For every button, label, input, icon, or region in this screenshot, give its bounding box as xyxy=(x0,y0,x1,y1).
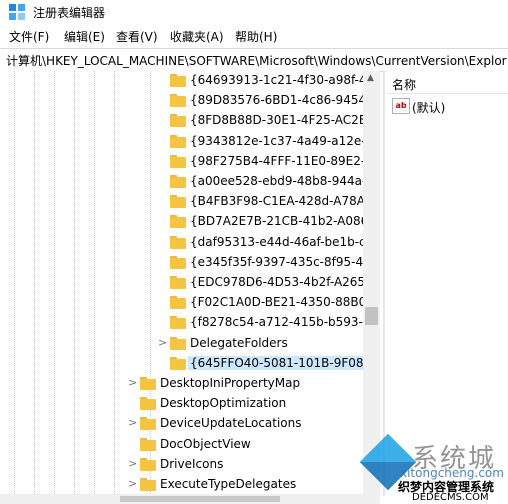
tree-item-label: ExecuteTypeDelegates xyxy=(160,477,297,491)
tree-item[interactable]: > DesktopIniPropertyMap xyxy=(0,374,380,394)
tree-item[interactable]: {98F275B4-4FFF-11E0-89E2-7E xyxy=(0,152,380,172)
registry-app-icon xyxy=(9,4,25,20)
pane-splitter[interactable] xyxy=(383,71,385,496)
tree-item[interactable]: > DriveIcons xyxy=(0,455,380,475)
tree-item-label: DeviceUpdateLocations xyxy=(160,416,302,431)
tree-item[interactable]: {9343812e-1c37-4a49-a12e-4b xyxy=(0,132,380,152)
folder-icon xyxy=(170,316,186,330)
menu-help[interactable]: 帮助(H) xyxy=(235,28,277,45)
title-bar: 注册表编辑器 xyxy=(0,0,508,24)
expand-chevron-icon[interactable]: > xyxy=(128,477,137,490)
folder-icon xyxy=(170,74,186,87)
tree-item[interactable]: {a00ee528-ebd9-48b8-944a-8 xyxy=(0,172,380,192)
tree-item[interactable]: {64693913-1c21-4f30-a98f-4e5 xyxy=(0,71,380,91)
tree-item[interactable]: DesktopOptimization xyxy=(0,394,380,414)
folder-icon xyxy=(170,215,186,229)
string-value-icon: ab xyxy=(392,98,410,114)
tree-item-label: {89D83576-6BD1-4c86-9454-B xyxy=(190,93,379,108)
address-bar[interactable]: 计算机\HKEY_LOCAL_MACHINE\SOFTWARE\Microsof… xyxy=(0,48,508,72)
folder-icon xyxy=(170,356,186,370)
tree-item-label: {B4FB3F98-C1EA-428d-A78A-D xyxy=(190,194,379,209)
folder-icon xyxy=(170,296,186,310)
tree-item-label: {f8278c54-a712-415b-b593-b7 xyxy=(190,315,379,330)
tree-vertical-scrollbar[interactable]: ▲ xyxy=(363,71,380,496)
values-pane: 名称 ab (默认) xyxy=(386,71,508,496)
folder-icon xyxy=(170,276,186,289)
folder-icon xyxy=(140,478,156,491)
tree-item[interactable]: {8FD8B88D-30E1-4F25-AC2B-5 xyxy=(0,111,380,131)
watermark: 系统城 xitongcheng.com 织梦内容管理系统 DEDECMS.COM xyxy=(359,433,508,504)
tree-item[interactable]: DocObjectView xyxy=(0,435,380,455)
tree-item-label: {daf95313-e44d-46af-be1b-cb xyxy=(190,234,374,249)
menu-view[interactable]: 查看(V) xyxy=(116,28,158,45)
tree-item-label: {BD7A2E7B-21CB-41b2-A086- xyxy=(190,214,373,229)
folder-icon xyxy=(140,457,156,471)
value-name-default[interactable]: (默认) xyxy=(412,99,445,116)
tree-item-label: DriveIcons xyxy=(160,456,224,471)
tree-item-label: {a00ee528-ebd9-48b8-944a-8 xyxy=(190,174,374,188)
watermark-line3: DEDECMS.COM xyxy=(412,492,489,503)
folder-icon xyxy=(170,154,186,168)
horizontal-scroll-thumb[interactable] xyxy=(120,496,280,502)
tree-item-label: {e345f35f-9397-435c-8f95-4e9 xyxy=(190,254,379,269)
folder-icon xyxy=(170,255,186,269)
expand-chevron-icon[interactable]: > xyxy=(128,416,137,429)
tree-item[interactable]: {e345f35f-9397-435c-8f95-4e9 xyxy=(0,253,380,273)
folder-icon xyxy=(140,397,156,411)
tree-item[interactable]: {f8278c54-a712-415b-b593-b7 xyxy=(0,313,380,333)
key-tree[interactable]: {64693913-1c21-4f30-a98f-4e5 {89D83576-6B… xyxy=(0,71,380,496)
folder-icon xyxy=(170,94,186,108)
tree-item[interactable]: {89D83576-6BD1-4c86-9454-B xyxy=(0,91,380,111)
address-path: 计算机\HKEY_LOCAL_MACHINE\SOFTWARE\Microsof… xyxy=(6,54,507,68)
folder-icon xyxy=(170,235,186,249)
column-header-name[interactable]: 名称 xyxy=(392,76,416,93)
tree-item-label: {EDC978D6-4D53-4b2f-A265-5 xyxy=(190,275,378,289)
folder-icon xyxy=(170,175,186,188)
expand-chevron-icon[interactable]: > xyxy=(158,336,167,349)
folder-icon xyxy=(170,114,186,128)
tree-horizontal-scrollbar[interactable] xyxy=(0,494,380,504)
tree-item-label: {F02C1A0D-BE21-4350-88B0-7 xyxy=(190,295,379,310)
tree-item-label: {98F275B4-4FFF-11E0-89E2-7E xyxy=(190,153,380,168)
tree-item[interactable]: {B4FB3F98-C1EA-428d-A78A-D xyxy=(0,192,380,212)
tree-item-label: {9343812e-1c37-4a49-a12e-4b xyxy=(190,133,380,148)
tree-item[interactable]: > DeviceUpdateLocations xyxy=(0,414,380,434)
folder-icon xyxy=(170,336,186,350)
tree-item[interactable]: {645FFO40-5081-101B-9F08-0 xyxy=(0,354,380,374)
menu-file[interactable]: 文件(F) xyxy=(9,28,49,45)
tree-item[interactable]: {F02C1A0D-BE21-4350-88B0-7 xyxy=(0,293,380,313)
tree-item-label: DelegateFolders xyxy=(190,335,288,350)
window-title: 注册表编辑器 xyxy=(33,6,106,20)
folder-icon xyxy=(140,377,156,390)
folder-icon xyxy=(170,134,186,148)
tree-item-label: DocObjectView xyxy=(160,436,251,451)
tree-item[interactable]: {BD7A2E7B-21CB-41b2-A086- xyxy=(0,212,380,232)
folder-icon xyxy=(140,417,156,431)
folder-icon xyxy=(140,437,156,451)
tree-item-label: DesktopOptimization xyxy=(160,396,287,411)
tree-item-label: {8FD8B88D-30E1-4F25-AC2B-5 xyxy=(190,113,380,128)
tree-item[interactable]: > DelegateFolders xyxy=(0,334,380,354)
expand-chevron-icon[interactable]: > xyxy=(128,376,137,389)
menu-edit[interactable]: 编辑(E) xyxy=(64,28,105,45)
expand-chevron-icon[interactable]: > xyxy=(128,457,137,470)
folder-icon xyxy=(170,195,186,209)
tree-item-label: {645FFO40-5081-101B-9F08-0 xyxy=(188,355,378,370)
header-divider xyxy=(386,93,508,94)
tree-item-label: {64693913-1c21-4f30-a98f-4e5 xyxy=(190,73,380,87)
tree-item[interactable]: {EDC978D6-4D53-4b2f-A265-5 xyxy=(0,273,380,293)
menu-favorites[interactable]: 收藏夹(A) xyxy=(170,28,224,45)
tree-item[interactable]: {daf95313-e44d-46af-be1b-cb xyxy=(0,233,380,253)
tree-item[interactable]: > ExecuteTypeDelegates xyxy=(0,475,380,495)
scroll-thumb[interactable] xyxy=(365,307,378,325)
tree-item-label: DesktopIniPropertyMap xyxy=(160,376,301,390)
menu-bar: 文件(F) 编辑(E) 查看(V) 收藏夹(A) 帮助(H) xyxy=(0,26,508,46)
scroll-up-arrow-icon[interactable]: ▲ xyxy=(367,73,374,83)
